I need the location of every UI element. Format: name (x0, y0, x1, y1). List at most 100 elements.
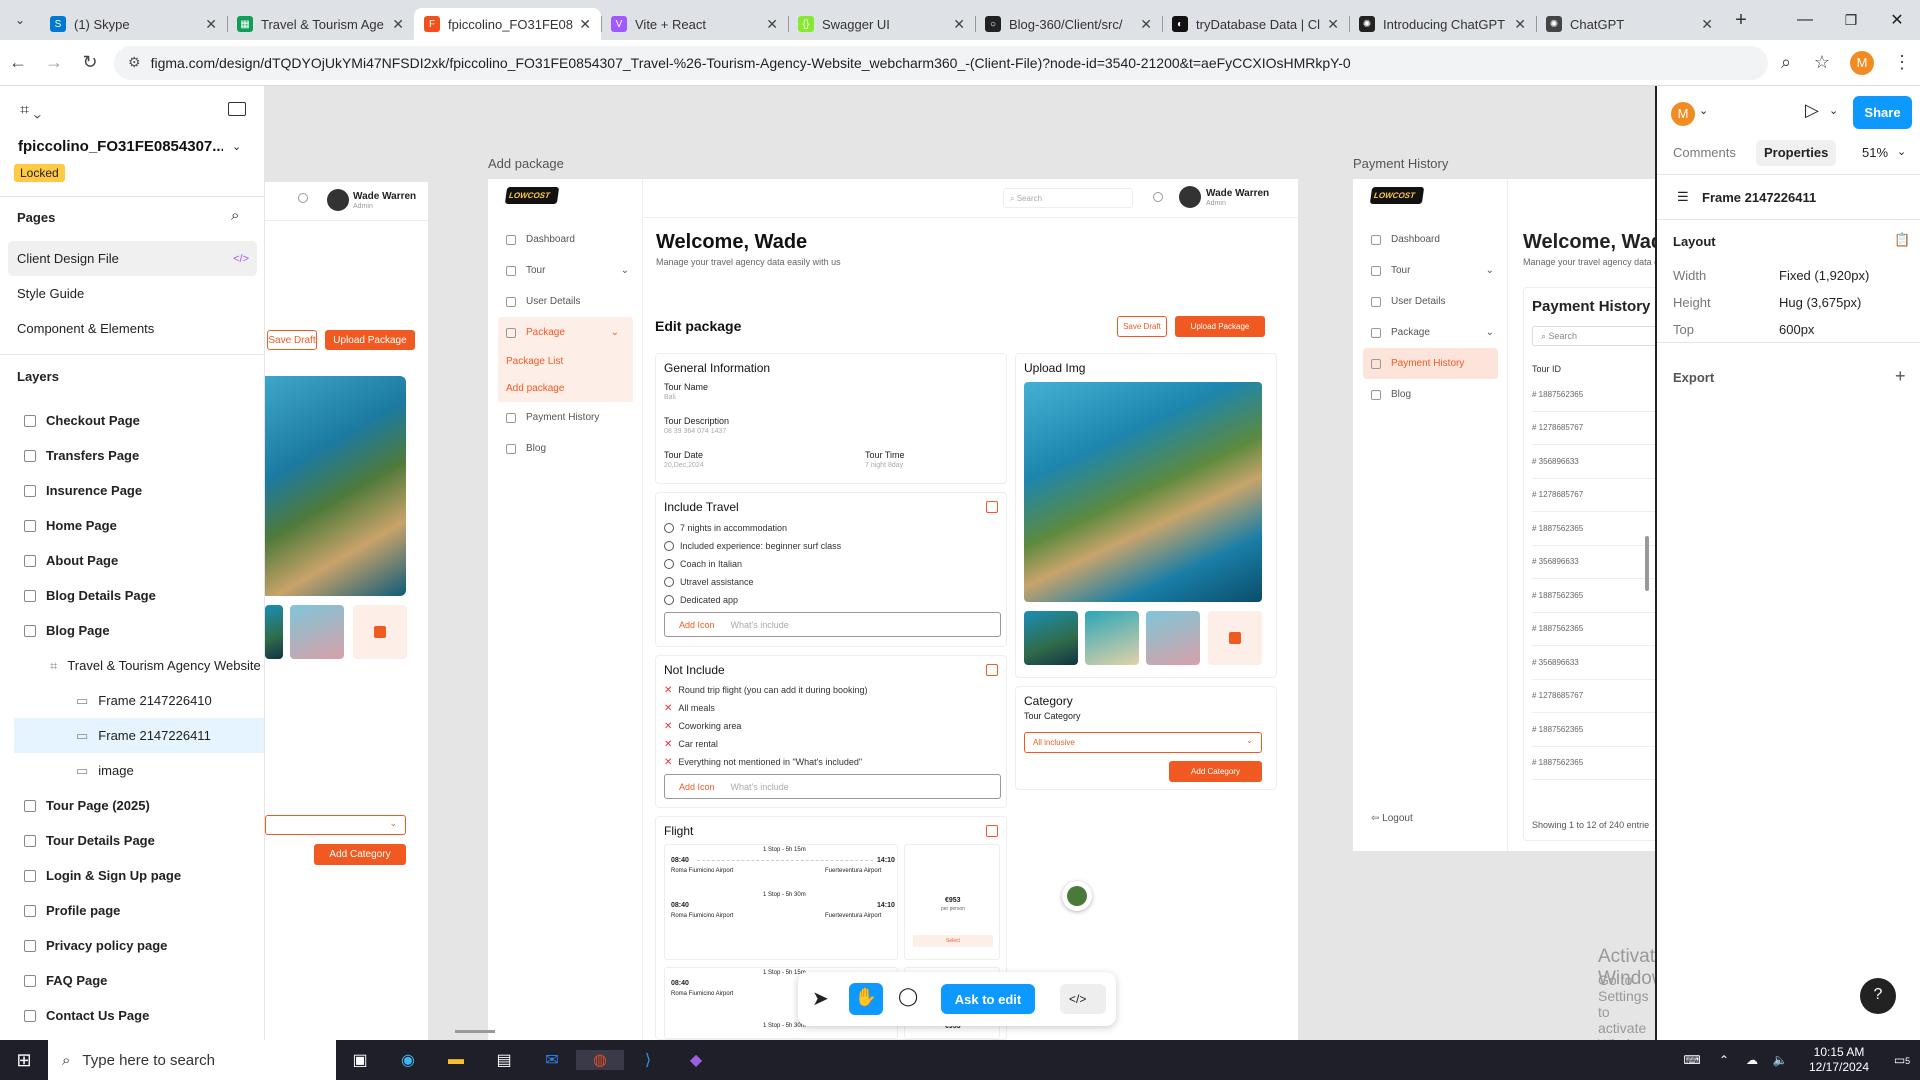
page-item[interactable]: Component & Elements (0, 311, 257, 346)
clipboard-icon[interactable]: 📋 (1894, 232, 1910, 248)
tab-close-icon[interactable]: ✕ (1327, 16, 1339, 33)
tab-close-icon[interactable]: ✕ (579, 16, 591, 33)
zoom-icon[interactable]: ⌕ (1768, 52, 1804, 73)
help-button[interactable]: ? (1860, 978, 1896, 1014)
layer-item[interactable]: FAQ Page (0, 963, 264, 998)
layer-item[interactable]: Insurence Page (0, 473, 264, 508)
table-row[interactable]: # 356896633 (1532, 445, 1655, 479)
layer-item[interactable]: Profile page (0, 893, 264, 928)
user-avatar[interactable]: M (1671, 102, 1695, 126)
browser-tab[interactable]: ✺ ChatGPT ✕ (1536, 8, 1723, 40)
panel-toggle-icon[interactable] (228, 102, 246, 116)
browser-tab[interactable]: ◐ tryDatabase Data | Cl ✕ (1162, 8, 1349, 40)
page-item[interactable]: Style Guide (0, 276, 257, 311)
url-field[interactable]: ⚙ figma.com/design/dTQDYOjUkYMi47NFSDI2x… (114, 45, 1768, 80)
dev-mode-icon[interactable]: </> (233, 253, 249, 265)
upload-package-button[interactable]: Upload Package (1175, 316, 1265, 337)
browser-tab[interactable]: ○ Blog-360/Client/src/ ✕ (975, 8, 1162, 40)
restore-icon[interactable]: ❐ (1828, 12, 1874, 29)
category-select[interactable]: All inclusive ⌄ (1024, 732, 1262, 753)
thumbnail-image[interactable] (1085, 611, 1139, 665)
sidebar-item[interactable]: Dashboard (1353, 224, 1508, 255)
table-row[interactable]: # 356896633 (1532, 546, 1655, 579)
tab-close-icon[interactable]: ✕ (766, 16, 778, 33)
upload-package-button[interactable]: Upload Package (325, 330, 415, 350)
add-export-icon[interactable]: + (1895, 366, 1906, 387)
bell-icon[interactable] (298, 193, 308, 203)
add-icon-label[interactable]: Add Icon (679, 782, 715, 792)
sidebar-item[interactable]: Package ⌄ (1353, 317, 1508, 348)
layer-item[interactable]: Tour Details Page (0, 823, 264, 858)
sidebar-item[interactable]: User Details (1353, 286, 1508, 317)
tab-close-icon[interactable]: ✕ (953, 16, 965, 33)
table-row[interactable]: # 1278685767 (1532, 479, 1655, 512)
sidebar-item[interactable]: Tour ⌄ (488, 255, 643, 286)
layer-item[interactable]: ▭ image (0, 753, 264, 788)
search-pages-icon[interactable]: ⌕ (231, 207, 239, 224)
sidebar-item[interactable]: Payment History (1363, 348, 1498, 379)
clock[interactable]: 10:15 AM 12/17/2024 (1794, 1045, 1884, 1075)
sidebar-item[interactable]: Package List (498, 348, 633, 375)
comment-tool-icon[interactable]: ◯ (898, 986, 918, 1007)
frame-add-package[interactable]: LOWCOST Dashboard Tour ⌄ User Details Packag… (488, 179, 1298, 1040)
add-image-button[interactable] (1208, 611, 1262, 665)
site-info-icon[interactable]: ⚙ (128, 54, 141, 71)
sidebar-item[interactable]: Add package (498, 375, 633, 402)
table-row[interactable]: # 1887562365 (1532, 713, 1655, 747)
avatar-chevron-icon[interactable]: ⌄ (1699, 104, 1708, 117)
close-window-icon[interactable]: ✕ (1874, 10, 1920, 30)
network-icon[interactable]: ☁ (1738, 1053, 1766, 1067)
sidebar-item[interactable]: Dashboard (488, 224, 643, 255)
layer-item[interactable]: Checkout Page (0, 403, 264, 438)
table-row[interactable]: # 1887562365 (1532, 378, 1655, 412)
not-include-input[interactable]: Add Icon What's include (664, 774, 1001, 799)
notifications-icon[interactable]: ▭5 (1884, 1053, 1920, 1067)
add-icon-label[interactable]: Add Icon (679, 620, 715, 630)
bookmark-star-icon[interactable]: ☆ (1804, 52, 1840, 73)
table-row[interactable]: # 1887562365 (1532, 613, 1655, 646)
keyboard-icon[interactable]: ⌨ (1674, 1053, 1710, 1067)
sidebar-item[interactable]: Package ⌄ (498, 317, 633, 348)
add-image-button[interactable] (353, 605, 407, 659)
sidebar-item[interactable]: Blog (1353, 379, 1508, 410)
layer-item[interactable]: Transfers Page (0, 438, 264, 473)
vertical-scrollbar[interactable] (1645, 536, 1649, 591)
property-row[interactable]: Height Hug (3,675px) (1673, 289, 1913, 316)
table-row[interactable]: # 1278685767 (1532, 680, 1655, 713)
tab-close-icon[interactable]: ✕ (1140, 16, 1152, 33)
browser-tab[interactable]: ▦ Travel & Tourism Age ✕ (227, 8, 414, 40)
add-category-button[interactable]: Add Category (314, 844, 406, 865)
layer-item[interactable]: Login & Sign Up page (0, 858, 264, 893)
reload-icon[interactable]: ↻ (72, 52, 108, 73)
table-row[interactable]: # 1278685767 (1532, 412, 1655, 445)
add-icon[interactable] (986, 664, 998, 676)
new-tab-icon[interactable]: + (1723, 9, 1759, 32)
hand-tool-icon[interactable]: ✋ (849, 983, 883, 1015)
layer-item[interactable]: ⌗ Travel & Tourism Agency Website (0, 648, 264, 683)
zoom-chevron-icon[interactable]: ⌄ (1897, 145, 1906, 158)
browser-tab[interactable]: ✺ Introducing ChatGPT ✕ (1349, 8, 1536, 40)
app-icon[interactable]: ◆ (672, 1050, 720, 1070)
tour-date-value[interactable]: 20,Dec,2024 (664, 462, 704, 469)
collaborator-avatar[interactable] (1062, 881, 1092, 911)
tab-close-icon[interactable]: ✕ (1514, 16, 1526, 33)
add-icon[interactable] (986, 501, 998, 513)
browser-tab[interactable]: V Vite + React ✕ (601, 8, 788, 40)
save-draft-button[interactable]: Save Draft (1117, 316, 1167, 337)
page-item[interactable]: Client Design File </> (8, 241, 257, 276)
volume-icon[interactable]: 🔈 (1766, 1053, 1794, 1067)
layer-item[interactable]: Tour Page (2025) (0, 788, 264, 823)
vscode-icon[interactable]: ⟩ (624, 1050, 672, 1070)
start-icon[interactable]: ⊞ (0, 1050, 48, 1071)
taskbar-search[interactable]: ⌕ Type here to search (48, 1040, 336, 1080)
layer-item[interactable]: ▭ Frame 2147226410 (0, 683, 264, 718)
browser-tab[interactable]: S (1) Skype ✕ (40, 8, 227, 40)
thumbnail-image[interactable] (1146, 611, 1200, 665)
frame-label-payment-history[interactable]: Payment History (1353, 156, 1448, 171)
frame-label-add-package[interactable]: Add package (488, 156, 564, 171)
tab-close-icon[interactable]: ✕ (205, 16, 217, 33)
sidebar-item[interactable]: Tour ⌄ (1353, 255, 1508, 286)
browser-menu-icon[interactable]: ⋮ (1884, 52, 1920, 73)
tour-description-value[interactable]: 08 39 364 074 1437 (664, 428, 726, 435)
task-view-icon[interactable]: ▣ (336, 1050, 384, 1070)
